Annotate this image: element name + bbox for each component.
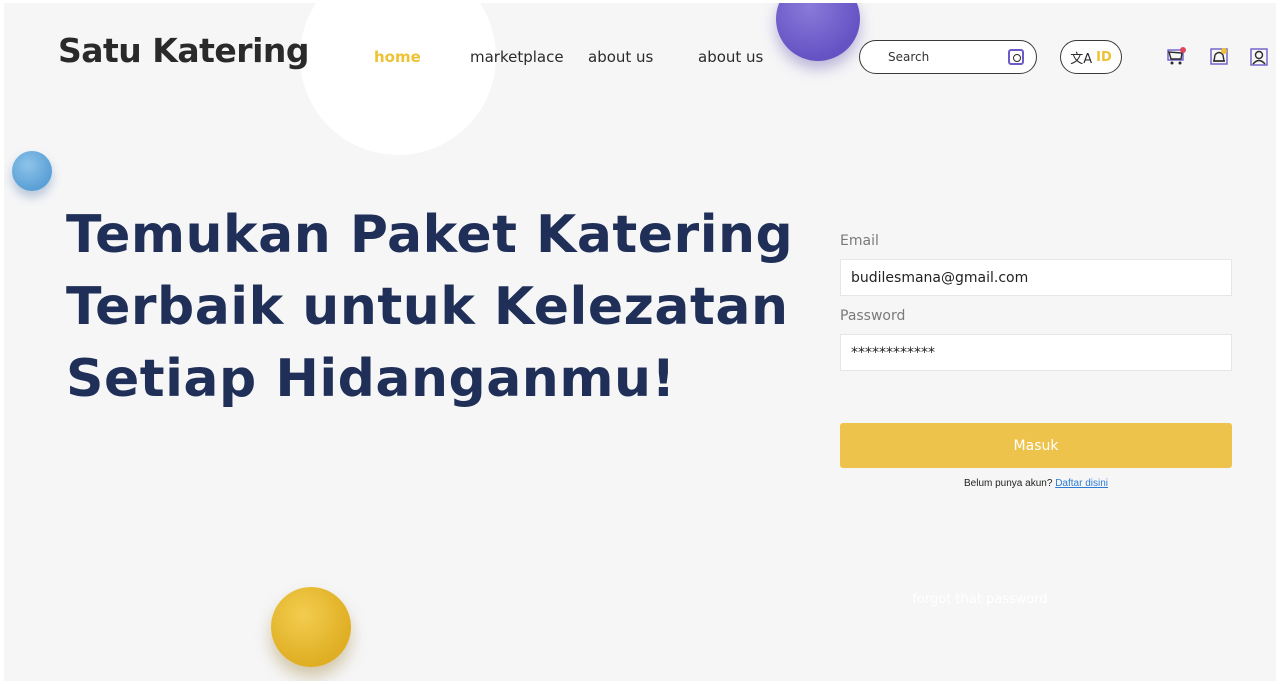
- search-bar[interactable]: [859, 40, 1037, 74]
- nav-about-us-2[interactable]: about us: [698, 48, 763, 66]
- login-form: Email Password: [840, 233, 1232, 383]
- decorative-sphere-blue: [12, 151, 52, 191]
- decorative-circle-white: [300, 3, 496, 155]
- nav-home[interactable]: home: [374, 48, 421, 66]
- nav-about-us[interactable]: about us: [588, 48, 653, 66]
- nav-marketplace[interactable]: marketplace: [470, 48, 564, 66]
- forgot-password-link[interactable]: forgot that password: [840, 592, 1120, 607]
- decorative-sphere-purple: [776, 3, 860, 61]
- email-label: Email: [840, 233, 879, 249]
- search-input[interactable]: [888, 50, 998, 64]
- profile-icon[interactable]: [1249, 47, 1269, 67]
- password-field[interactable]: [840, 334, 1232, 371]
- email-field[interactable]: [840, 259, 1232, 296]
- signup-link[interactable]: Daftar disini: [1055, 478, 1108, 489]
- decorative-sphere-yellow: [271, 587, 351, 667]
- password-label: Password: [840, 308, 906, 324]
- signup-prompt: Belum punya akun?: [964, 478, 1053, 489]
- translate-icon: 文A: [1070, 51, 1093, 67]
- signup-prompt-line: Belum punya akun? Daftar disini: [840, 478, 1232, 489]
- cart-icon[interactable]: [1166, 47, 1186, 67]
- hero-title: Temukan Paket Katering Terbaik untuk Kel…: [66, 199, 806, 415]
- page: Satu Katering home marketplace about us …: [4, 3, 1276, 681]
- search-icon[interactable]: [1008, 49, 1024, 65]
- login-button[interactable]: Masuk: [840, 423, 1232, 468]
- brand-logo[interactable]: Satu Katering: [58, 31, 310, 70]
- language-toggle[interactable]: 文A ID: [1060, 40, 1122, 74]
- hero-line-2: Terbaik untuk Kelezatan: [66, 277, 789, 337]
- hero-line-3: Setiap Hidanganmu!: [66, 349, 676, 409]
- language-label: ID: [1096, 49, 1112, 65]
- bell-icon[interactable]: [1209, 47, 1229, 67]
- hero-line-1: Temukan Paket Katering: [66, 205, 794, 265]
